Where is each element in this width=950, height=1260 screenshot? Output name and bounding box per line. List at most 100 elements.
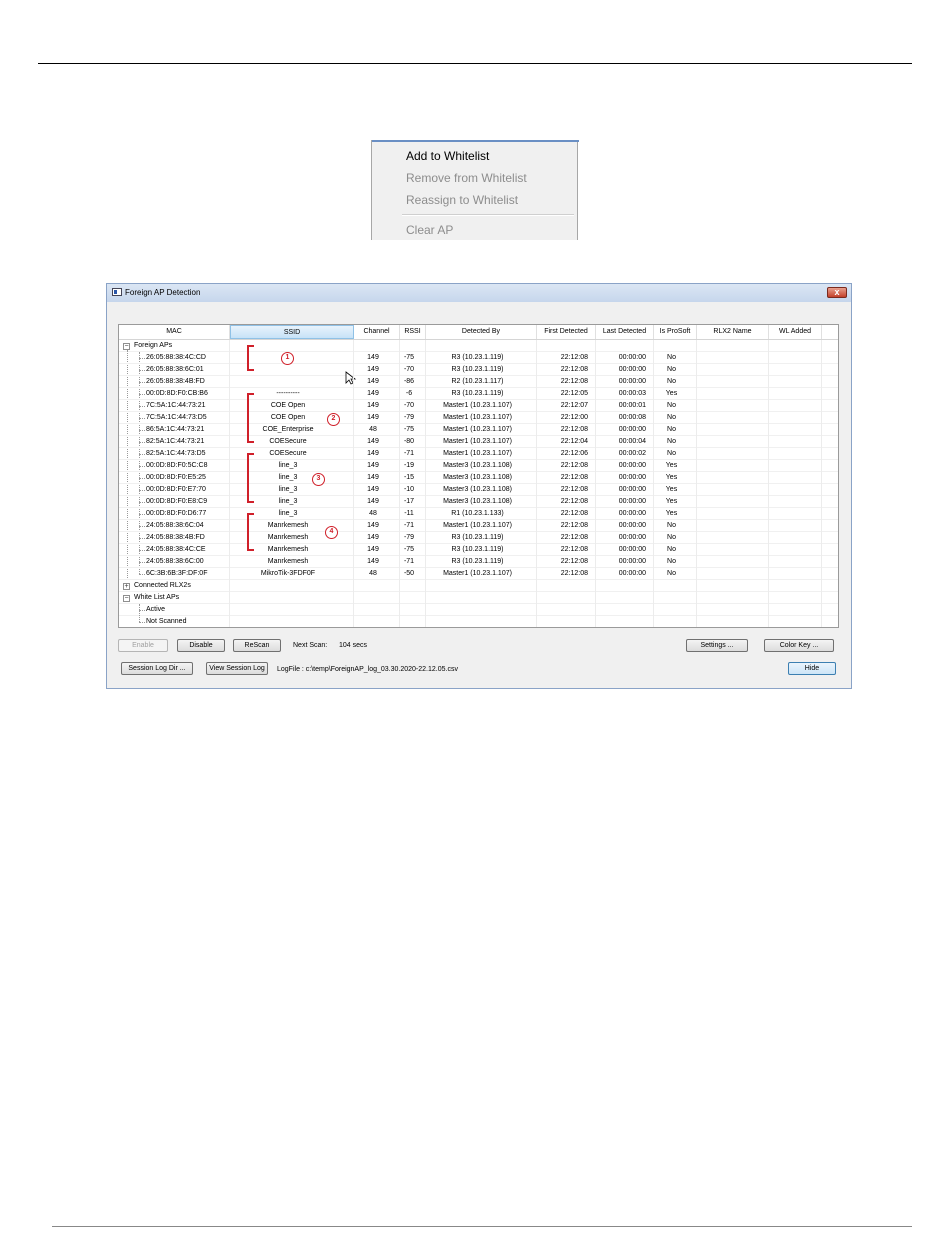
cell-last-detected: 00:00:00 bbox=[618, 534, 646, 541]
column-header-first-detected[interactable]: First Detected bbox=[537, 325, 596, 339]
cell-last-detected: 00:00:00 bbox=[618, 462, 646, 469]
column-divider bbox=[768, 340, 769, 627]
group-label-foreign-aps[interactable]: Foreign APs bbox=[134, 340, 172, 352]
cell-is-prosoft: No bbox=[667, 570, 676, 577]
collapse-icon[interactable]: − bbox=[123, 595, 130, 602]
hide-button[interactable]: Hide bbox=[788, 662, 836, 675]
column-header-rlx2-name[interactable]: RLX2 Name bbox=[697, 325, 769, 339]
title-bar[interactable]: Foreign AP Detection x bbox=[107, 284, 851, 302]
cell-channel: 149 bbox=[367, 558, 379, 565]
table-row[interactable]: 00:0D:8D:F0:5C:C8 line_3 149 -19 Master3 (10… bbox=[119, 460, 838, 472]
session-log-dir-button[interactable]: Session Log Dir ... bbox=[121, 662, 193, 675]
cell-mac: 82:5A:1C:44:73:D5 bbox=[146, 450, 206, 457]
tree-item-not-scanned[interactable]: Not Scanned bbox=[119, 616, 838, 627]
tree-group-connected-rlx2s[interactable]: + Connected RLX2s bbox=[119, 580, 838, 592]
cell-channel: 149 bbox=[367, 378, 379, 385]
cell-first-detected: 22:12:08 bbox=[560, 558, 588, 565]
table-row[interactable]: 00:0D:8D:F0:E7:70 line_3 149 -10 Master3 (10… bbox=[119, 484, 838, 496]
table-row[interactable]: 00:0D:8D:F0:CB:B6 ---------- 149 -6 R3 (10.2… bbox=[119, 388, 838, 400]
tree-branch bbox=[139, 382, 145, 383]
app-window-icon bbox=[112, 288, 122, 296]
table-row[interactable]: 24:05:88:38:6C:04 Manrkemesh 149 -71 Master1… bbox=[119, 520, 838, 532]
tree-group-foreign-aps[interactable]: − Foreign APs bbox=[119, 340, 838, 352]
enable-button[interactable]: Enable bbox=[118, 639, 168, 652]
rescan-button[interactable]: ReScan bbox=[233, 639, 281, 652]
column-divider bbox=[821, 340, 822, 627]
cell-last-detected: 00:00:00 bbox=[618, 354, 646, 361]
cell-is-prosoft: No bbox=[667, 450, 676, 457]
annotation-badge-3: 3 bbox=[312, 473, 325, 486]
cell-detected-by: Master3 (10.23.1.108) bbox=[443, 462, 512, 469]
table-row[interactable]: 6C:3B:6B:3F:DF:0F MikroTik-3FDF0F 48 -50 Mas… bbox=[119, 568, 838, 580]
cell-mac: 24:05:88:38:4C:CE bbox=[146, 546, 206, 553]
table-row[interactable]: 26:05:88:38:4B:FD 149 -86 R2 (10.23.1.117) 2… bbox=[119, 376, 838, 388]
cell-last-detected: 00:00:00 bbox=[618, 546, 646, 553]
mouse-cursor-icon bbox=[345, 371, 357, 385]
cell-is-prosoft: No bbox=[667, 546, 676, 553]
cell-is-prosoft: No bbox=[667, 354, 676, 361]
table-row[interactable]: 24:05:88:38:4C:CE Manrkemesh 149 -75 R3 (10.… bbox=[119, 544, 838, 556]
menu-item-clear-ap[interactable]: Clear AP bbox=[406, 223, 453, 237]
table-row[interactable]: 82:5A:1C:44:73:D5 COESecure 149 -71 Master1 … bbox=[119, 448, 838, 460]
column-header-detected-by[interactable]: Detected By bbox=[426, 325, 537, 339]
cell-channel: 149 bbox=[367, 366, 379, 373]
column-divider bbox=[653, 340, 654, 627]
cell-mac: 00:0D:8D:F0:E5:25 bbox=[146, 474, 206, 481]
group-label-white-list-aps[interactable]: White List APs bbox=[134, 592, 179, 604]
cell-rssi: -75 bbox=[403, 426, 415, 433]
tree-item-not-scanned-label: Not Scanned bbox=[146, 618, 187, 625]
table-row[interactable]: 24:05:88:38:6C:00 Manrkemesh 149 -71 R3 (10.… bbox=[119, 556, 838, 568]
tree-branch bbox=[139, 574, 145, 575]
close-button[interactable]: x bbox=[827, 287, 847, 298]
context-menu: Add to Whitelist Remove from Whitelist R… bbox=[371, 140, 579, 240]
column-header-last-detected[interactable]: Last Detected bbox=[596, 325, 654, 339]
cell-rssi: -15 bbox=[403, 474, 415, 481]
table-row[interactable]: 26:05:88:38:6C:01 149 -70 R3 (10.23.1.119) 2… bbox=[119, 364, 838, 376]
cell-is-prosoft: No bbox=[667, 402, 676, 409]
column-header-ssid[interactable]: SSID bbox=[230, 325, 354, 339]
table-row[interactable]: 00:0D:8D:F0:D6:77 line_3 48 -11 R1 (10.23.1.… bbox=[119, 508, 838, 520]
tree-item-active[interactable]: Active bbox=[119, 604, 838, 616]
annotation-badge-2: 2 bbox=[327, 413, 340, 426]
tree-item-active-label: Active bbox=[146, 606, 166, 613]
tree-branch bbox=[139, 370, 145, 371]
cell-mac: 82:5A:1C:44:73:21 bbox=[146, 438, 205, 445]
table-row[interactable]: 82:5A:1C:44:73:21 COESecure 149 -80 Master1 … bbox=[119, 436, 838, 448]
tree-group-white-list-aps[interactable]: − White List APs bbox=[119, 592, 838, 604]
table-row[interactable]: 7C:5A:1C:44:73:21 COE Open 149 -70 Master1 (… bbox=[119, 400, 838, 412]
color-key-button[interactable]: Color Key ... bbox=[764, 639, 834, 652]
tree-branch bbox=[139, 466, 145, 467]
table-row[interactable]: 24:05:88:38:4B:FD Manrkemesh 149 -79 R3 (10.… bbox=[119, 532, 838, 544]
column-divider bbox=[595, 340, 596, 627]
ap-grid[interactable]: MAC SSID Channel RSSI Detected By First Detec… bbox=[118, 324, 839, 628]
table-row[interactable]: 86:5A:1C:44:73:21 COE_Enterprise 48 -75 Mast… bbox=[119, 424, 838, 436]
table-row[interactable]: 00:0D:8D:F0:E5:25 line_3 149 -15 Master3 (10… bbox=[119, 472, 838, 484]
settings-button[interactable]: Settings ... bbox=[686, 639, 748, 652]
disable-button[interactable]: Disable bbox=[177, 639, 225, 652]
menu-item-remove-from-whitelist[interactable]: Remove from Whitelist bbox=[406, 171, 527, 185]
expand-icon[interactable]: + bbox=[123, 583, 130, 590]
cell-first-detected: 22:12:08 bbox=[560, 546, 588, 553]
cell-ssid: Manrkemesh bbox=[267, 558, 309, 565]
table-row[interactable]: 26:05:88:38:4C:CD 149 -75 R3 (10.23.1.119) 2… bbox=[119, 352, 838, 364]
cell-first-detected: 22:12:04 bbox=[560, 438, 588, 445]
table-row[interactable]: 7C:5A:1C:44:73:D5 COE Open 149 -79 Master1 (… bbox=[119, 412, 838, 424]
column-header-mac[interactable]: MAC bbox=[119, 325, 230, 339]
column-header-is-prosoft[interactable]: Is ProSoft bbox=[654, 325, 697, 339]
menu-item-reassign-to-whitelist[interactable]: Reassign to Whitelist bbox=[406, 193, 518, 207]
column-header-rssi[interactable]: RSSI bbox=[400, 325, 426, 339]
column-header-channel[interactable]: Channel bbox=[354, 325, 400, 339]
cell-rssi: -10 bbox=[403, 486, 415, 493]
cell-channel: 149 bbox=[367, 450, 379, 457]
cell-detected-by: Master3 (10.23.1.108) bbox=[443, 486, 512, 493]
menu-item-add-to-whitelist[interactable]: Add to Whitelist bbox=[406, 149, 489, 163]
cell-first-detected: 22:12:08 bbox=[560, 366, 588, 373]
group-label-connected-rlx2s[interactable]: Connected RLX2s bbox=[134, 580, 191, 592]
column-header-wl-added[interactable]: WL Added bbox=[769, 325, 822, 339]
collapse-icon[interactable]: − bbox=[123, 343, 130, 350]
tree-branch bbox=[139, 550, 145, 551]
cell-mac: 86:5A:1C:44:73:21 bbox=[146, 426, 205, 433]
view-session-log-button[interactable]: View Session Log bbox=[206, 662, 268, 675]
table-row[interactable]: 00:0D:8D:F0:E8:C9 line_3 149 -17 Master3 (10… bbox=[119, 496, 838, 508]
cell-channel: 149 bbox=[367, 402, 379, 409]
